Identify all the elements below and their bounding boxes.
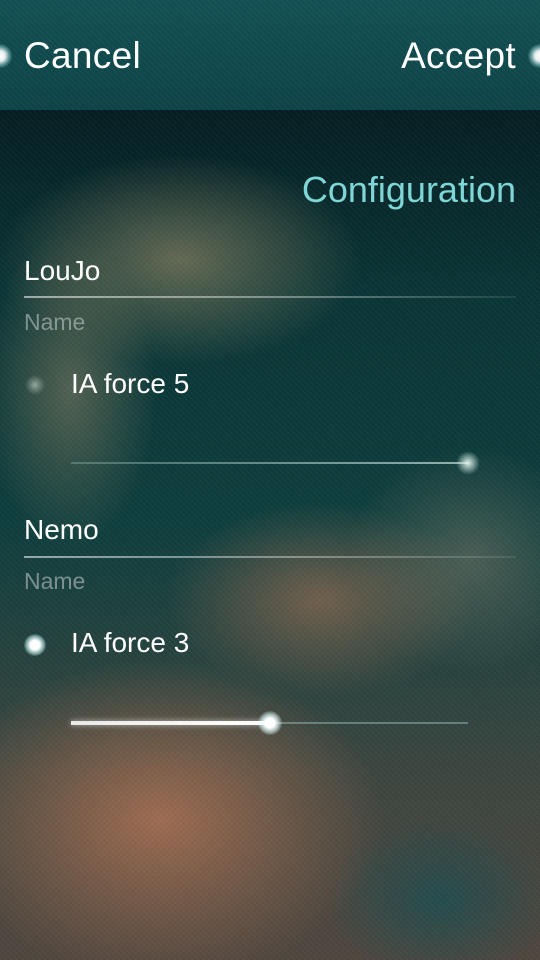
player-1-name-field[interactable]: LouJo Name	[24, 254, 516, 335]
right-glow-indicator	[528, 44, 540, 68]
player-2-name-field[interactable]: Nemo Name	[24, 513, 516, 594]
slider-track	[71, 462, 468, 464]
dialog-header: Cancel Accept	[0, 0, 540, 110]
ambience-background	[0, 0, 540, 960]
slider-handle[interactable]	[257, 711, 282, 735]
accept-button[interactable]: Accept	[401, 34, 516, 78]
player-1-ia-indicator-icon[interactable]	[24, 374, 46, 396]
player-1-name-value[interactable]: LouJo	[24, 254, 516, 288]
player-1-ia-switch[interactable]: IA force 5	[0, 355, 540, 415]
player-2-name-underline	[24, 556, 516, 558]
player-2-name-value[interactable]: Nemo	[24, 513, 516, 547]
player-2-ia-force-slider[interactable]	[71, 708, 468, 738]
player-1-name-label: Name	[24, 309, 86, 335]
player-1-ia-force-slider[interactable]	[71, 448, 480, 478]
player-1-ia-label: IA force 5	[71, 368, 190, 399]
player-2-ia-switch[interactable]: IA force 3	[0, 614, 540, 674]
player-2-name-label: Name	[24, 568, 86, 594]
page-title: Configuration	[301, 169, 516, 210]
cancel-button[interactable]: Cancel	[24, 34, 141, 78]
player-1-name-underline	[24, 296, 516, 298]
slider-fill	[71, 721, 270, 725]
player-2-ia-label: IA force 3	[71, 627, 190, 658]
slider-handle[interactable]	[456, 451, 480, 475]
left-glow-indicator	[0, 44, 12, 68]
player-2-ia-indicator-icon[interactable]	[24, 634, 46, 656]
